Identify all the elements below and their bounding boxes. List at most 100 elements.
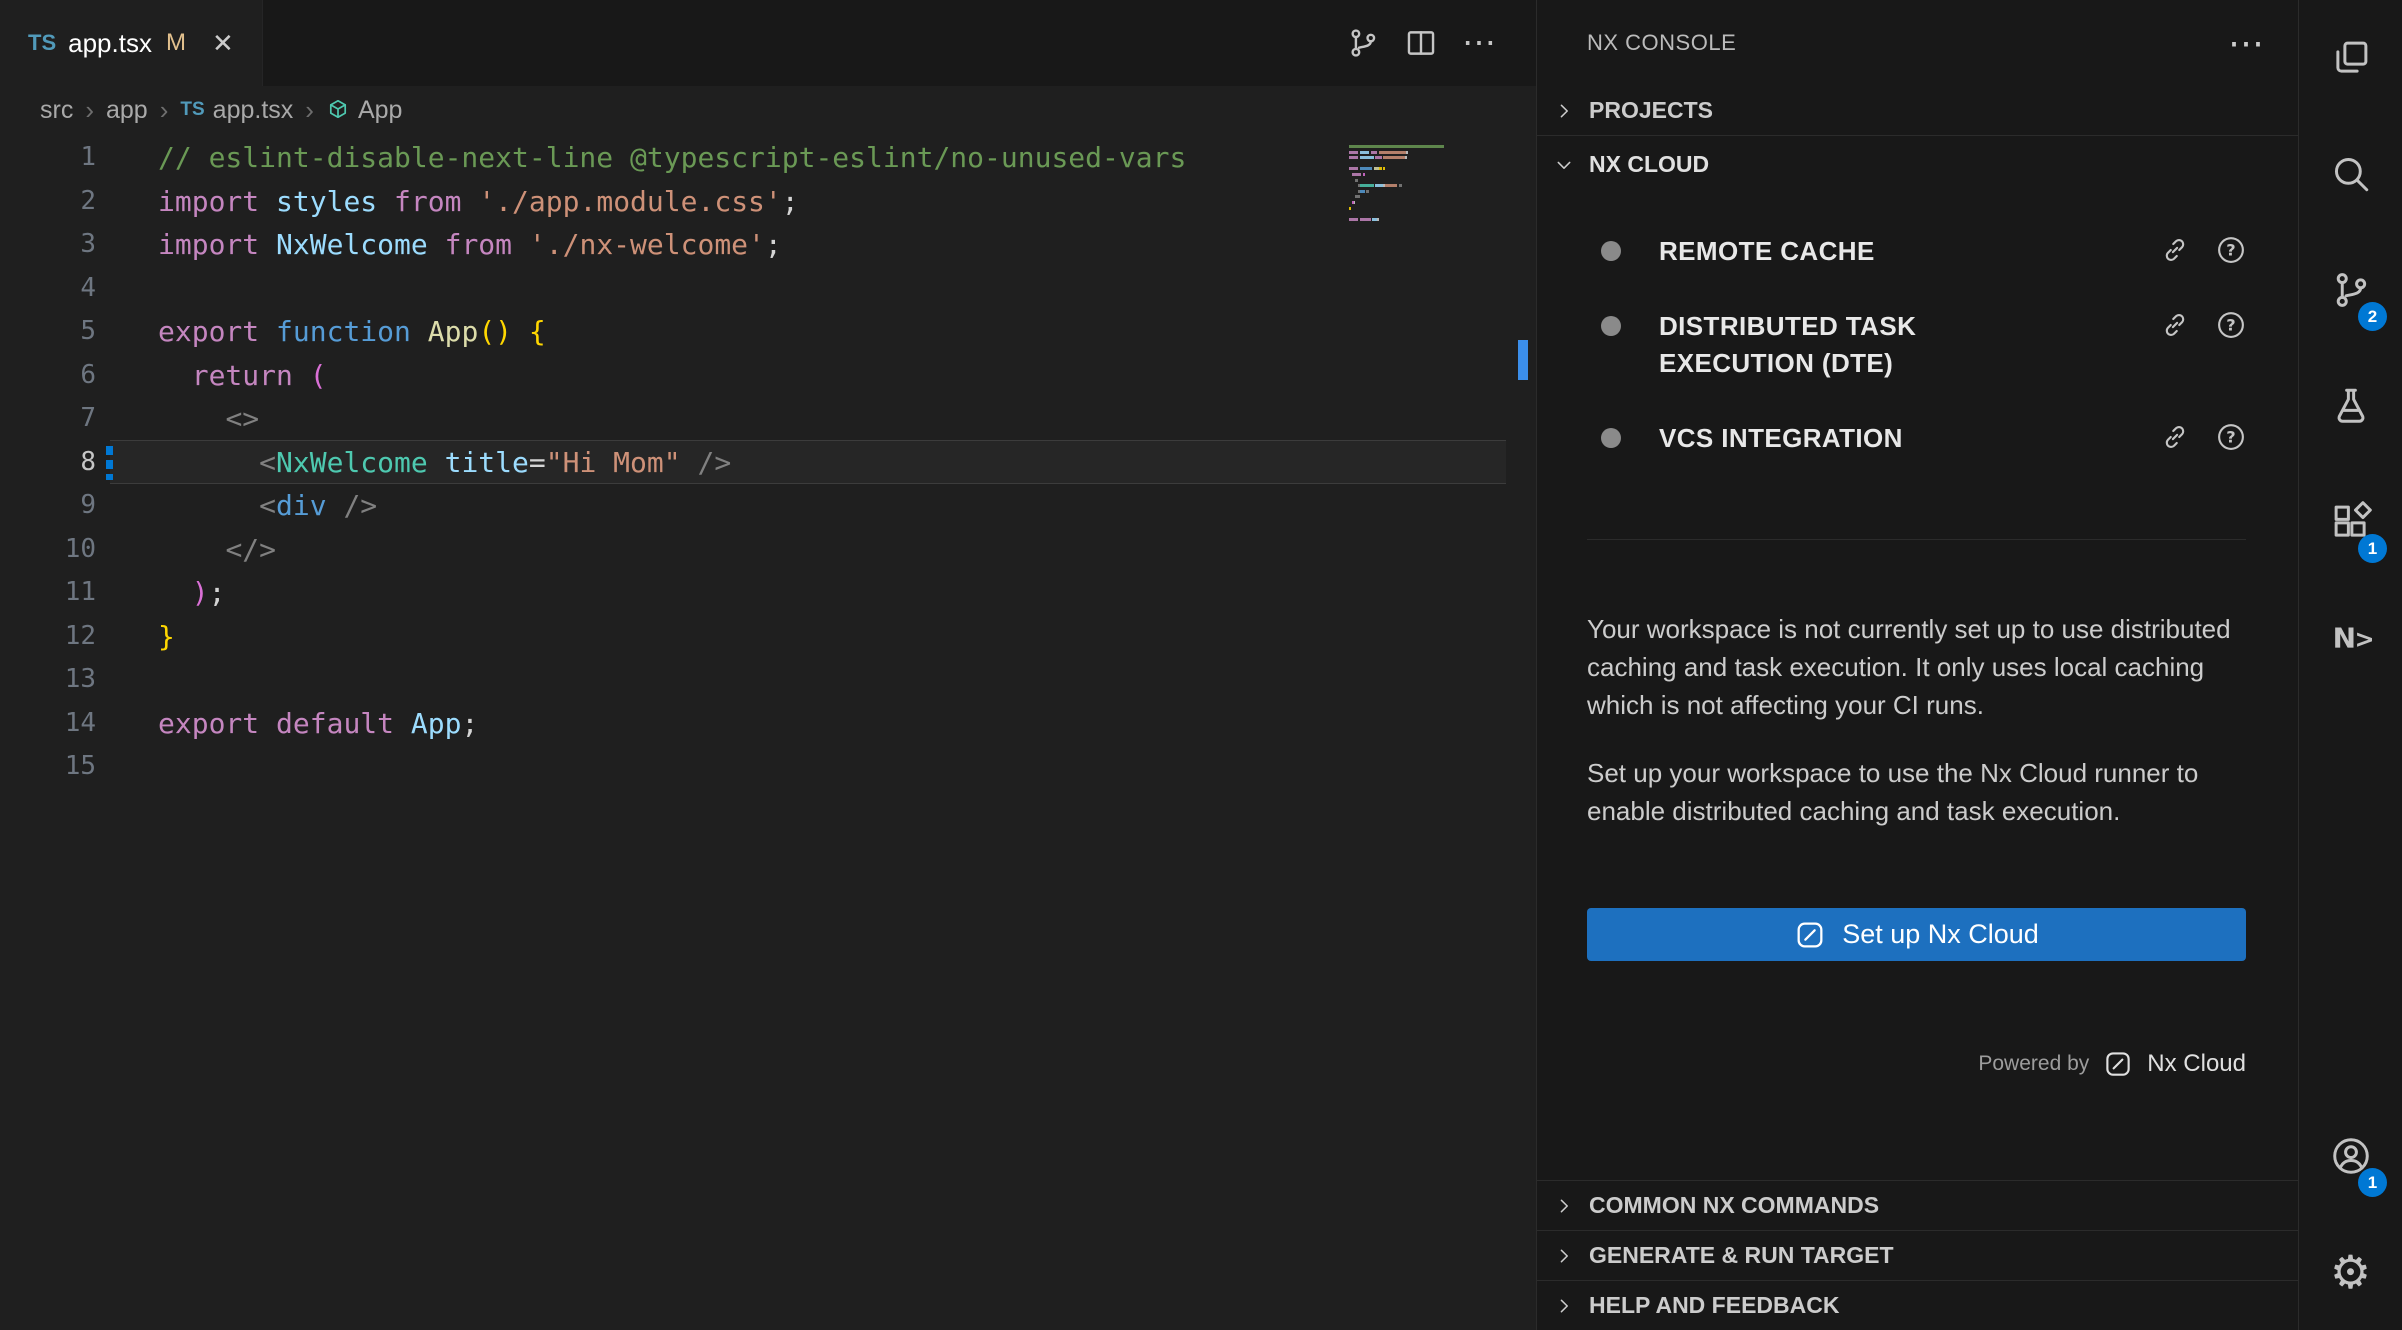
activity-source-control[interactable]: 2 (2299, 232, 2402, 348)
section-label: HELP AND FEEDBACK (1589, 1292, 1839, 1319)
help-icon[interactable]: ? (2216, 310, 2246, 340)
panel-section-header[interactable]: HELP AND FEEDBACK (1537, 1280, 2298, 1330)
chevron-right-icon (1553, 100, 1575, 122)
line-number: 3 (0, 223, 136, 267)
chevron-right-icon (1553, 1245, 1575, 1267)
code-line[interactable]: <NxWelcome title="Hi Mom" /> (158, 441, 1336, 485)
cloud-item-actions: ? (2160, 422, 2246, 452)
scrollbar[interactable] (1510, 134, 1536, 1330)
activity-account[interactable]: 1 (2299, 1098, 2402, 1214)
line-number: 10 (0, 528, 136, 572)
cloud-item: VCS INTEGRATION ? (1587, 420, 2246, 457)
code-line[interactable]: export function App() { (158, 310, 1336, 354)
cloud-item-label: DISTRIBUTED TASK EXECUTION (DTE) (1659, 308, 2039, 382)
status-bullet-icon (1601, 316, 1621, 336)
code-line[interactable]: return ( (158, 354, 1336, 398)
panel-section-header[interactable]: GENERATE & RUN TARGET (1537, 1230, 2298, 1280)
breadcrumb-item[interactable]: TSapp.tsx (180, 96, 293, 125)
line-number: 13 (0, 658, 136, 702)
line-number: 5 (0, 310, 136, 354)
symbol-cube-icon (326, 98, 350, 122)
cloud-items: REMOTE CACHE ? DISTRIBUTED TASK EXECUTIO… (1587, 193, 2246, 457)
vscode-window: TS app.tsx M ✕ ⋯ src›app›TSapp.tsx›App 1… (0, 0, 2402, 1330)
extensions-badge: 1 (2358, 534, 2387, 563)
code-line[interactable]: } (158, 615, 1336, 659)
help-icon[interactable]: ? (2216, 422, 2246, 452)
breadcrumb-item[interactable]: src (40, 96, 73, 125)
ts-file-icon: TS (180, 99, 204, 121)
more-actions-icon[interactable]: ⋯ (1462, 26, 1496, 60)
activity-spacer (2299, 696, 2402, 1098)
minimap[interactable] (1349, 145, 1509, 229)
powered-by-row: Powered by Nx Cloud (1587, 1049, 2246, 1079)
cloud-item: DISTRIBUTED TASK EXECUTION (DTE) ? (1587, 308, 2246, 382)
section-label: PROJECTS (1589, 97, 1713, 124)
setup-nx-cloud-button[interactable]: Set up Nx Cloud (1587, 908, 2246, 961)
panel-header: NX CONSOLE ⋯ (1537, 0, 2298, 86)
code-line[interactable] (158, 267, 1336, 311)
connect-icon[interactable] (2160, 310, 2190, 340)
section-label: COMMON NX COMMANDS (1589, 1192, 1879, 1219)
tab-bar: TS app.tsx M ✕ ⋯ (0, 0, 1536, 86)
activity-settings[interactable]: ⚙ (2299, 1214, 2402, 1330)
activity-copy[interactable] (2299, 0, 2402, 116)
help-icon[interactable]: ? (2216, 235, 2246, 265)
code-line[interactable] (158, 745, 1336, 789)
nx-cloud-logo-icon (2103, 1049, 2133, 1079)
tab-app-tsx[interactable]: TS app.tsx M ✕ (0, 0, 263, 86)
code-line[interactable]: // eslint-disable-next-line @typescript-… (158, 136, 1336, 180)
chevron-down-icon (1553, 154, 1575, 176)
line-numbers: 123456789101112131415 (0, 136, 136, 789)
line-number: 6 (0, 354, 136, 398)
line-number: 11 (0, 571, 136, 615)
line-number: 2 (0, 180, 136, 224)
line-number: 1 (0, 136, 136, 180)
line-number: 4 (0, 267, 136, 311)
editor-region: TS app.tsx M ✕ ⋯ src›app›TSapp.tsx›App 1… (0, 0, 1536, 1330)
code-line[interactable]: </> (158, 528, 1336, 572)
connect-icon[interactable] (2160, 235, 2190, 265)
setup-button-label: Set up Nx Cloud (1842, 919, 2039, 950)
code-line[interactable]: <> (158, 397, 1336, 441)
activity-testing[interactable] (2299, 348, 2402, 464)
breadcrumb-separator: › (85, 95, 94, 126)
editor-body[interactable]: 123456789101112131415 // eslint-disable-… (0, 134, 1536, 1330)
cloud-item: REMOTE CACHE ? (1587, 233, 2246, 270)
settings-gear-icon: ⚙ (2330, 1249, 2371, 1295)
line-number: 12 (0, 615, 136, 659)
powered-by-label: Powered by (1978, 1052, 2089, 1076)
brand-label: Nx Cloud (2147, 1050, 2246, 1078)
line-number: 14 (0, 702, 136, 746)
scm-badge: 2 (2358, 302, 2387, 331)
breadcrumb: src›app›TSapp.tsx›App (0, 86, 1536, 134)
cloud-item-actions: ? (2160, 310, 2246, 340)
activity-search[interactable] (2299, 116, 2402, 232)
beaker-icon (2330, 385, 2372, 427)
breadcrumb-item[interactable]: App (326, 96, 402, 125)
code-line[interactable]: import styles from './app.module.css'; (158, 180, 1336, 224)
section-nx-cloud: NX CLOUD REMOTE CACHE ? DISTRIBUTED TASK… (1537, 135, 2298, 1180)
activity-nx-console[interactable]: N > (2299, 580, 2402, 696)
open-changes-icon[interactable] (1346, 26, 1380, 60)
code-line[interactable]: export default App; (158, 702, 1336, 746)
connect-icon[interactable] (2160, 422, 2190, 452)
svg-text:?: ? (2226, 428, 2235, 447)
breadcrumb-item[interactable]: app (106, 96, 148, 125)
nx-cloud-header[interactable]: NX CLOUD (1537, 136, 2298, 193)
panel-section-header[interactable]: COMMON NX COMMANDS (1537, 1180, 2298, 1230)
code-line[interactable]: import NxWelcome from './nx-welcome'; (158, 223, 1336, 267)
split-editor-icon[interactable] (1404, 26, 1438, 60)
activity-bar: 2 1 N > 1 (2298, 0, 2402, 1330)
code-line[interactable]: ); (158, 571, 1336, 615)
code-line[interactable]: <div /> (158, 484, 1336, 528)
activity-extensions[interactable]: 1 (2299, 464, 2402, 580)
copy-icon (2330, 37, 2372, 79)
editor-actions: ⋯ (1346, 0, 1536, 86)
more-actions-icon[interactable]: ⋯ (2228, 25, 2264, 61)
modified-badge: M (166, 29, 186, 57)
section-projects[interactable]: PROJECTS (1537, 86, 2298, 135)
code-line[interactable] (158, 658, 1336, 702)
nx-cloud-icon (1794, 919, 1826, 951)
close-icon[interactable]: ✕ (212, 28, 234, 59)
ts-file-icon: TS (28, 30, 56, 56)
